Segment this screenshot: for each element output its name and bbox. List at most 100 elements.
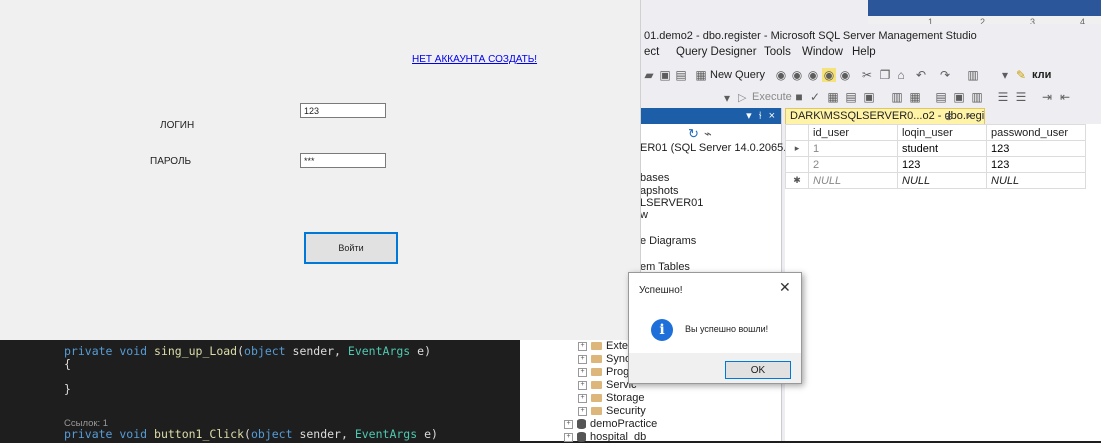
uncomment-icon[interactable]: ☰	[1014, 90, 1028, 104]
grid-cell[interactable]: 123	[897, 156, 987, 173]
row-selector[interactable]: ▸	[785, 140, 809, 157]
register-link[interactable]: НЕТ АККАУНТА СОЗДАТЬ!	[412, 54, 537, 65]
ok-button[interactable]: OK	[725, 361, 791, 379]
grid-icon[interactable]: ▦	[908, 90, 922, 104]
dropdown-icon[interactable]: ▾	[720, 91, 734, 105]
server-node[interactable]: ER01 (SQL Server 14.0.2065.1 - I	[640, 142, 805, 154]
menu-item-help[interactable]: Help	[852, 46, 876, 58]
dialog-title: Успешно!	[639, 285, 683, 296]
expand-icon[interactable]: +	[564, 432, 573, 442]
login-button[interactable]: Войти	[304, 232, 398, 264]
column-header[interactable]: loqin_user	[897, 124, 987, 141]
check-icon[interactable]: ✓	[808, 90, 822, 104]
grid-icon[interactable]: ▣	[862, 90, 876, 104]
column-header[interactable]: passwond_user	[986, 124, 1086, 141]
ssms-menubar: ect Query Designer Tools Window Help	[640, 44, 1101, 64]
search-icon[interactable]: ✎	[1014, 68, 1028, 82]
activity-icon[interactable]: ⌁	[704, 126, 712, 142]
row-selector[interactable]: ✱	[785, 172, 809, 189]
login-input[interactable]	[300, 103, 386, 118]
grid-cell[interactable]: NULL	[986, 172, 1086, 189]
expand-icon[interactable]: +	[578, 367, 587, 377]
menu-item-window[interactable]: Window	[802, 46, 843, 58]
tree-folder[interactable]: + Progr	[578, 366, 633, 378]
close-icon[interactable]: ✕	[779, 279, 791, 296]
expand-icon[interactable]: +	[578, 406, 587, 416]
table-row[interactable]: 2 123 123	[785, 156, 1086, 173]
grid-cell[interactable]: 2	[808, 156, 898, 173]
row-selector[interactable]	[785, 156, 809, 173]
close-icon[interactable]: ×	[966, 109, 973, 123]
new-query-icon[interactable]: ▦	[694, 68, 708, 82]
mdx-query-icon[interactable]: ◉	[790, 68, 804, 82]
comment-icon[interactable]: ☰	[996, 90, 1010, 104]
expand-icon[interactable]: +	[564, 419, 573, 429]
new-query-button[interactable]: New Query	[710, 69, 765, 81]
login-form: НЕТ АККАУНТА СОЗДАТЬ! ЛОГИН ПАРОЛЬ Войти	[0, 0, 641, 340]
outdent-icon[interactable]: ⇤	[1058, 90, 1072, 104]
grid-cell[interactable]: student	[897, 140, 987, 157]
object-explorer-header: ▾ ⫮ ×	[640, 108, 781, 124]
grid-icon[interactable]: ▥	[970, 90, 984, 104]
grid-cell[interactable]: NULL	[808, 172, 898, 189]
dax-query-icon[interactable]: ◉	[838, 68, 852, 82]
expand-icon[interactable]: +	[578, 393, 587, 403]
folder-open-icon[interactable]: ▰	[642, 68, 656, 82]
tree-folder[interactable]: + Synor	[578, 353, 635, 365]
expand-icon[interactable]: +	[578, 341, 587, 351]
db-query-icon[interactable]: ◉	[774, 68, 788, 82]
password-input[interactable]	[300, 153, 386, 168]
tree-database[interactable]: + hospital_db	[564, 431, 646, 443]
grid-cell[interactable]: 123	[986, 156, 1086, 173]
database-icon	[577, 419, 586, 430]
column-header[interactable]: id_user	[808, 124, 898, 141]
cut-icon[interactable]: ✂	[860, 68, 874, 82]
grid-icon[interactable]: ▤	[934, 90, 948, 104]
dialog-message: Вы успешно вошли!	[685, 324, 769, 334]
dmx-query-icon[interactable]: ◉	[806, 68, 820, 82]
xmla-query-icon[interactable]: ◉	[822, 68, 836, 82]
tree-node[interactable]: LSERVER01	[640, 197, 703, 209]
dropdown-icon[interactable]: ▾	[998, 68, 1012, 82]
table-row[interactable]: ▸ 1 student 123	[785, 140, 1086, 157]
query-tab-title: DARK\MSSQLSERVER0...o2 - dbo.register	[790, 110, 985, 122]
grid-icon[interactable]: ▦	[826, 90, 840, 104]
code-editor[interactable]: private void sing_up_Load(object sender,…	[0, 340, 520, 441]
expand-icon[interactable]: +	[578, 380, 587, 390]
execute-button[interactable]: Execute	[752, 91, 792, 103]
tree-database[interactable]: + demoPractice	[564, 418, 657, 430]
tree-node[interactable]: bases	[640, 172, 669, 184]
tree-folder[interactable]: + Exter	[578, 340, 632, 352]
table-row[interactable]: ✱ NULL NULL NULL	[785, 172, 1086, 189]
redo-icon[interactable]: ↷	[938, 68, 952, 82]
undo-icon[interactable]: ↶	[914, 68, 928, 82]
stop-icon[interactable]: ■	[792, 90, 806, 104]
grid-cell[interactable]: NULL	[897, 172, 987, 189]
grid-icon[interactable]: ▣	[952, 90, 966, 104]
tree-folder[interactable]: + Security	[578, 405, 646, 417]
expand-icon[interactable]: +	[578, 354, 587, 364]
menu-item-query-designer[interactable]: Query Designer	[676, 46, 757, 58]
menu-item-tools[interactable]: Tools	[764, 46, 791, 58]
tree-folder[interactable]: + Storage	[578, 392, 645, 404]
grid-icon[interactable]: ▤	[844, 90, 858, 104]
tree-node[interactable]: e Diagrams	[640, 235, 696, 247]
refresh-icon[interactable]: ↻	[688, 126, 699, 142]
tree-node[interactable]: apshots	[640, 185, 679, 197]
ssms-toolbar-query: ▾ ▷ Execute ■ ✓ ▦ ▤ ▣ ▥ ▦ ▤ ▣ ▥ ☰ ☰ ⇥ ⇤	[640, 88, 1101, 108]
object-explorer-toolbar: ↻ ⌁	[640, 126, 781, 142]
grid-cell[interactable]: 123	[986, 140, 1086, 157]
menu-item-edit[interactable]: ect	[644, 46, 659, 58]
paste-icon[interactable]: ⌂	[894, 68, 908, 82]
solution-explorer-icon[interactable]: ▥	[966, 68, 980, 82]
copy-icon[interactable]: ❐	[878, 68, 892, 82]
pin-icon[interactable]: ⊕	[944, 110, 953, 123]
pane-controls[interactable]: ▾ ⫮ ×	[746, 109, 777, 123]
grid-cell[interactable]: 1	[808, 140, 898, 157]
grid-header-row: id_user loqin_user passwond_user	[785, 124, 1086, 141]
save-all-icon[interactable]: ▤	[674, 68, 688, 82]
tree-node[interactable]: w	[640, 209, 648, 221]
indent-icon[interactable]: ⇥	[1040, 90, 1054, 104]
grid-icon[interactable]: ▥	[890, 90, 904, 104]
save-icon[interactable]: ▣	[658, 68, 672, 82]
